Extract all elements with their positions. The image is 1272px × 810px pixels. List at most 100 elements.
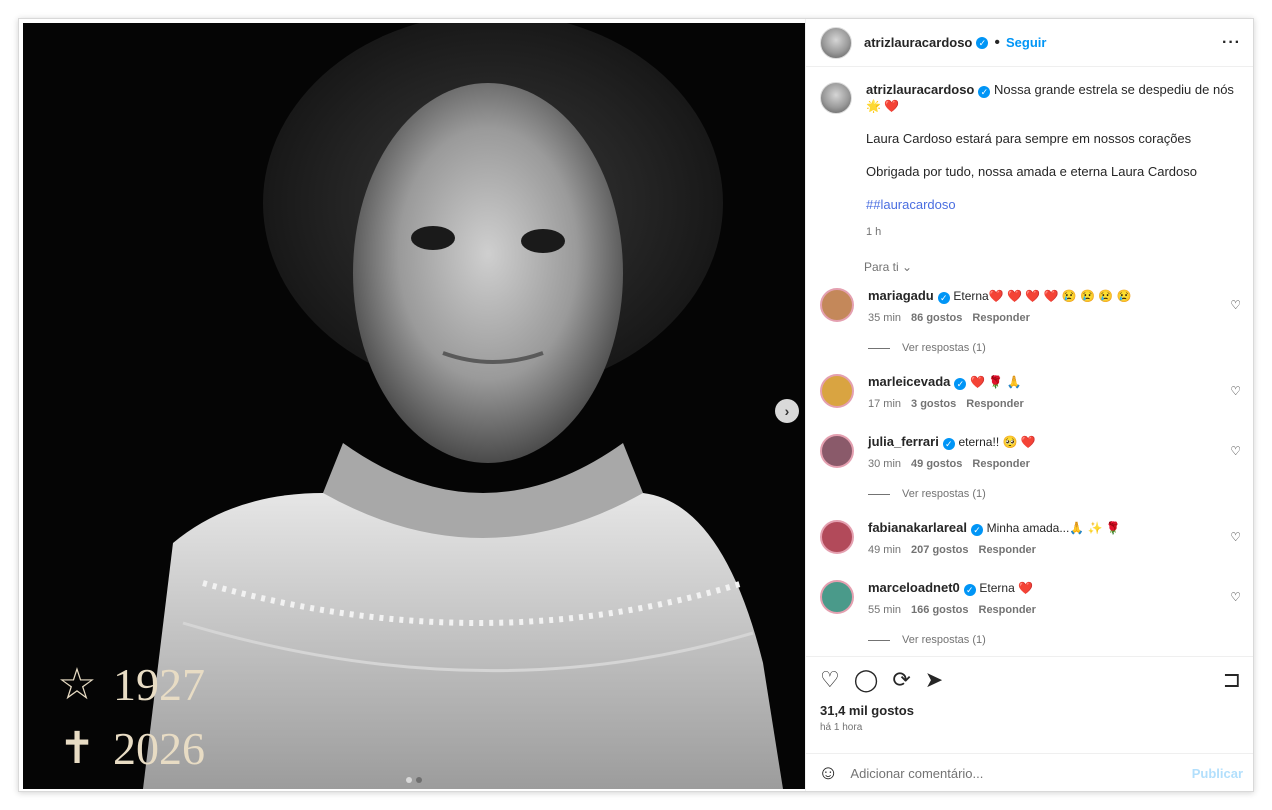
instagram-post-frame: ☆ 1927 ✝ 2026 › atrizlauracardoso ✓ • Segu… <box>18 18 1254 792</box>
comment-username[interactable]: fabianakarlareal <box>868 520 967 535</box>
caption-username[interactable]: atrizlauracardoso <box>866 82 974 97</box>
verified-badge-icon: ✓ <box>954 378 967 390</box>
verified-badge-icon: ✓ <box>971 524 984 536</box>
dot-separator: • <box>994 33 1000 51</box>
like-comment-heart-icon[interactable]: ♡ <box>1230 384 1241 398</box>
like-comment-heart-icon[interactable]: ♡ <box>1230 444 1241 458</box>
post-photo[interactable]: ☆ 1927 ✝ 2026 › <box>23 23 805 789</box>
view-replies-label: Ver respostas (1) <box>902 488 986 500</box>
caption-avatar[interactable] <box>820 82 852 114</box>
reply-button[interactable]: Responder <box>972 456 1029 472</box>
caption-line-2: Laura Cardoso estará para sempre em noss… <box>866 131 1192 146</box>
verified-badge-icon: ✓ <box>963 584 976 596</box>
add-comment-bar: ☺ Adicionar comentário... Publicar <box>806 753 1253 791</box>
verified-badge-icon: ✓ <box>937 292 950 304</box>
divider-line <box>868 493 890 495</box>
repost-icon[interactable]: ⟳ <box>892 669 910 691</box>
comment-username[interactable]: julia_ferrari <box>868 434 939 449</box>
publish-button[interactable]: Publicar <box>1192 766 1243 781</box>
chevron-down-icon: ⌄ <box>902 260 913 274</box>
caption-emojis: 🌟 ❤️ <box>866 99 900 113</box>
reply-button[interactable]: Responder <box>966 396 1023 412</box>
view-replies-button[interactable]: Ver respostas (1) <box>806 618 1253 646</box>
chevron-right-icon: › <box>784 403 790 419</box>
follow-button[interactable]: Seguir <box>1006 35 1046 50</box>
verified-badge-icon: ✓ <box>978 86 991 98</box>
comment-item: fabianakarlareal ✓ Minha amada...🙏 ✨ 🌹 49… <box>806 520 1253 558</box>
post-sidebar: atrizlauracardoso ✓ • Seguir ··· atrizla… <box>805 19 1253 791</box>
commenter-avatar[interactable] <box>820 288 854 322</box>
like-comment-heart-icon[interactable]: ♡ <box>1230 590 1241 604</box>
divider-line <box>868 639 890 641</box>
commenter-avatar[interactable] <box>820 580 854 614</box>
comment-likes[interactable]: 166 gostos <box>911 602 968 618</box>
comment-text: Eterna ❤️ <box>979 581 1034 595</box>
bookmark-icon[interactable]: ⊐ <box>1223 669 1241 691</box>
like-comment-heart-icon[interactable]: ♡ <box>1230 298 1241 312</box>
comment-username[interactable]: marleicevada <box>868 374 950 389</box>
death-year: 2026 <box>113 723 205 774</box>
comment-time: 55 min <box>868 604 902 616</box>
comment-likes[interactable]: 49 gostos <box>911 456 962 472</box>
view-replies-label: Ver respostas (1) <box>902 634 986 646</box>
commenter-avatar[interactable] <box>820 434 854 468</box>
comment-time: 35 min <box>868 312 902 324</box>
like-comment-heart-icon[interactable]: ♡ <box>1230 530 1241 544</box>
dates-overlay: ☆ 1927 ✝ 2026 <box>55 653 205 781</box>
post-actions: ♡ ◯ ⟳ ➤ ⊐ 31,4 mil gostos há 1 hora ☺ Ad… <box>806 656 1253 791</box>
more-options-icon[interactable]: ··· <box>1222 34 1241 52</box>
next-image-button[interactable]: › <box>775 399 799 423</box>
share-send-icon[interactable]: ➤ <box>925 669 943 691</box>
reply-button[interactable]: Responder <box>979 602 1036 618</box>
comment-text: eterna!! 🥺 ❤️ <box>958 435 1036 449</box>
comment-likes[interactable]: 207 gostos <box>911 542 968 558</box>
caption-text: Nossa grande estrela se despediu de nós <box>994 82 1234 97</box>
star-icon: ☆ <box>57 660 97 709</box>
commenter-avatar[interactable] <box>820 520 854 554</box>
cross-icon: ✝ <box>58 724 96 773</box>
posted-time: há 1 hora <box>820 722 863 733</box>
comment-time: 17 min <box>868 398 902 410</box>
comment-text: ❤️ 🌹 🙏 <box>970 375 1022 389</box>
add-comment-input[interactable]: Adicionar comentário... <box>850 766 983 781</box>
author-username[interactable]: atrizlauracardoso <box>864 35 972 50</box>
author-avatar[interactable] <box>820 26 852 59</box>
view-replies-button[interactable]: Ver respostas (1) <box>806 326 1253 354</box>
view-replies-button[interactable]: Ver respostas (1) <box>806 472 1253 500</box>
carousel-dots <box>406 777 422 783</box>
post-caption: atrizlauracardoso ✓ Nossa grande estrela … <box>806 68 1253 240</box>
comment-time: 49 min <box>868 544 902 556</box>
like-heart-icon[interactable]: ♡ <box>820 669 840 691</box>
post-header: atrizlauracardoso ✓ • Seguir ··· <box>806 19 1253 67</box>
caption-hashtag[interactable]: ##lauracardoso <box>866 197 1236 213</box>
for-you-filter[interactable]: Para ti ⌄ <box>806 240 1253 274</box>
comment-text: Eterna❤️ ❤️ ❤️ ❤️ 😢 😢 😢 😢 <box>953 289 1132 303</box>
carousel-dot <box>416 777 422 783</box>
comments-scroll[interactable]: atrizlauracardoso ✓ Nossa grande estrela … <box>806 68 1253 656</box>
divider-line <box>868 347 890 349</box>
caption-time: 1 h <box>866 226 882 238</box>
comment-item: marleicevada ✓ ❤️ 🌹 🙏 17 min 3 gostos Respo… <box>806 374 1253 412</box>
comment-text: Minha amada...🙏 ✨ 🌹 <box>986 521 1121 535</box>
verified-badge-icon: ✓ <box>976 36 989 49</box>
comment-item: mariagadu ✓ Eterna❤️ ❤️ ❤️ ❤️ 😢 😢 😢 😢 35 … <box>806 288 1253 326</box>
for-you-label: Para ti <box>864 260 899 274</box>
reply-button[interactable]: Responder <box>979 542 1036 558</box>
comment-username[interactable]: mariagadu <box>868 288 934 303</box>
comment-item: julia_ferrari ✓ eterna!! 🥺 ❤️ 30 min 49 go… <box>806 434 1253 472</box>
comment-item: marceloadnet0 ✓ Eterna ❤️ 55 min 166 gosto… <box>806 580 1253 618</box>
caption-line-3: Obrigada por tudo, nossa amada e eterna … <box>866 164 1197 179</box>
carousel-dot-active <box>406 777 412 783</box>
emoji-smiley-icon[interactable]: ☺ <box>818 762 838 785</box>
birth-year: 1927 <box>113 659 205 710</box>
view-replies-label: Ver respostas (1) <box>902 342 986 354</box>
commenter-avatar[interactable] <box>820 374 854 408</box>
reply-button[interactable]: Responder <box>972 310 1029 326</box>
comment-likes[interactable]: 86 gostos <box>911 310 962 326</box>
comment-bubble-icon[interactable]: ◯ <box>854 669 879 691</box>
comment-likes[interactable]: 3 gostos <box>911 396 956 412</box>
verified-badge-icon: ✓ <box>942 438 955 450</box>
comment-username[interactable]: marceloadnet0 <box>868 580 960 595</box>
likes-count[interactable]: 31,4 mil gostos <box>806 691 1253 718</box>
comment-time: 30 min <box>868 458 902 470</box>
